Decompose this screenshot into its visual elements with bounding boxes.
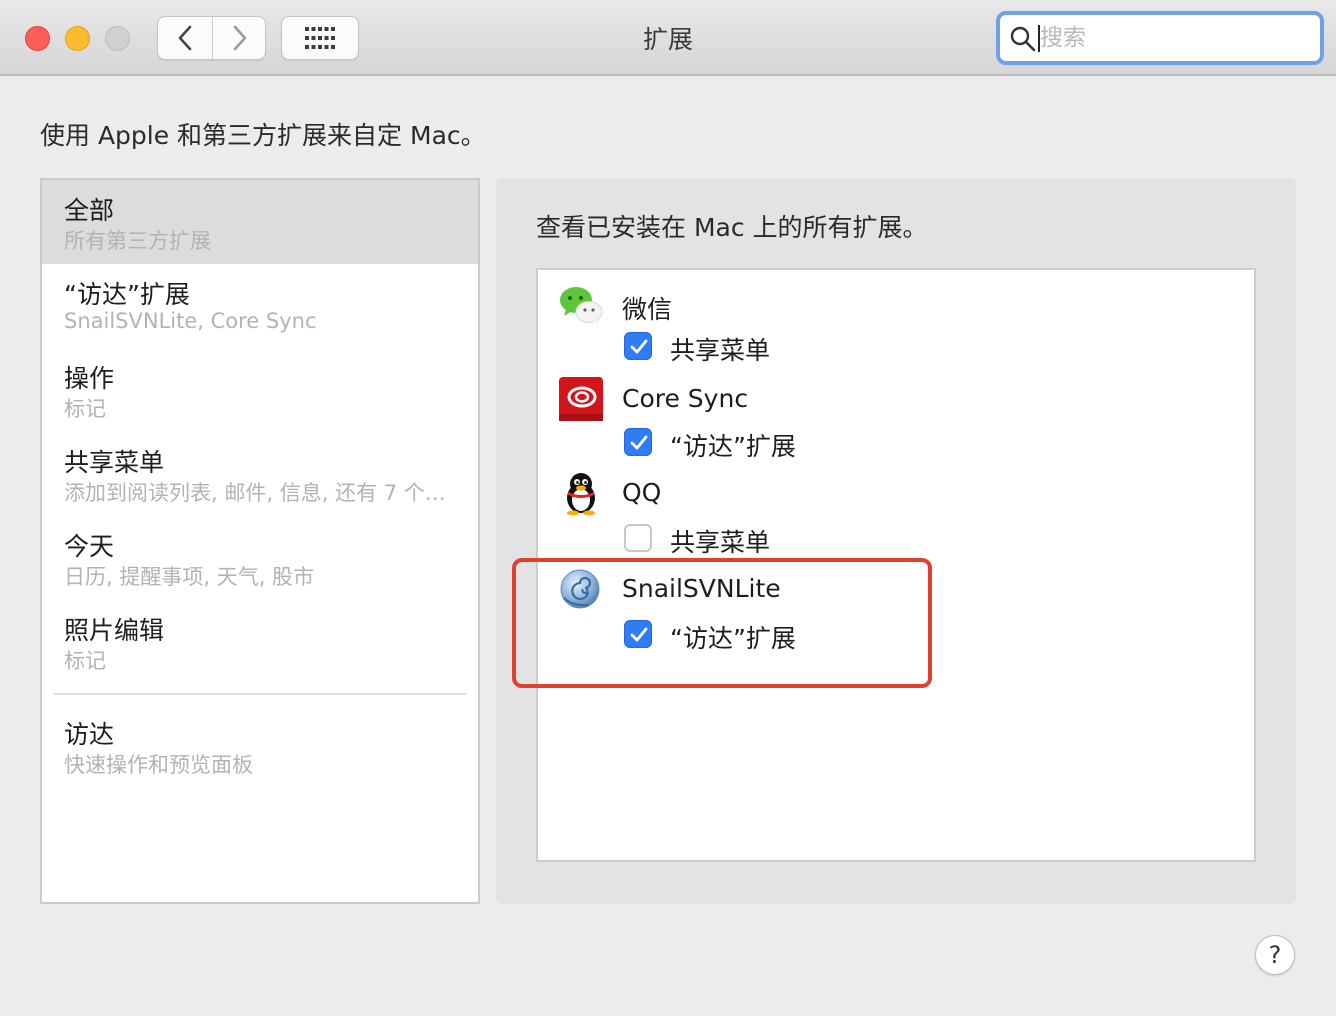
extension-label: 共享菜单 <box>670 336 771 365</box>
extensions-panel: 查看已安装在 Mac 上的所有扩展。 微信 共享菜单 Core Sync “访达… <box>496 178 1296 904</box>
sidebar-item-subtitle: 标记 <box>64 397 106 421</box>
extension-checkbox[interactable] <box>624 428 652 456</box>
extension-checkbox[interactable] <box>624 332 652 360</box>
sidebar-item-subtitle: 日历, 提醒事项, 天气, 股市 <box>64 565 315 589</box>
extension-checkbox[interactable] <box>624 524 652 552</box>
sidebar-item-title: “访达”扩展 <box>64 280 190 309</box>
adobe-creative-cloud-icon <box>559 377 603 421</box>
intro-text: 使用 Apple 和第三方扩展来自定 Mac。 <box>40 121 486 150</box>
search-input[interactable] <box>1040 23 1310 53</box>
sidebar-item-title: 共享菜单 <box>64 448 165 477</box>
sidebar-divider <box>54 693 466 695</box>
category-sidebar: 全部 所有第三方扩展 “访达”扩展 SnailSVNLite, Core Syn… <box>40 178 480 904</box>
sidebar-item-finder-extensions[interactable]: “访达”扩展 SnailSVNLite, Core Sync <box>42 264 478 348</box>
minimize-window-button[interactable] <box>65 26 90 51</box>
zoom-window-button[interactable] <box>105 26 130 51</box>
search-icon <box>1010 26 1036 52</box>
sidebar-item-title: 访达 <box>64 720 115 749</box>
extension-label: “访达”扩展 <box>670 432 796 461</box>
nav-button-group <box>157 16 266 60</box>
title-bar: 扩展 <box>0 0 1336 76</box>
back-button[interactable] <box>158 17 212 59</box>
sidebar-item-photos-editing[interactable]: 照片编辑 标记 <box>42 600 478 684</box>
close-window-button[interactable] <box>25 26 50 51</box>
highlight-box <box>512 558 932 688</box>
sidebar-item-subtitle: SnailSVNLite, Core Sync <box>64 309 317 333</box>
sidebar-item-title: 今天 <box>64 532 115 561</box>
grid-icon <box>305 27 335 49</box>
sidebar-item-subtitle: 所有第三方扩展 <box>64 229 211 253</box>
window-title: 扩展 <box>642 25 693 54</box>
help-button[interactable]: ? <box>1255 935 1295 975</box>
show-all-button[interactable] <box>281 16 359 60</box>
sidebar-item-title: 操作 <box>64 364 115 393</box>
forward-button[interactable] <box>213 17 267 59</box>
app-name: Core Sync <box>622 384 749 413</box>
sidebar-item-subtitle: 添加到阅读列表, 邮件, 信息, 还有 7 个… <box>64 481 446 505</box>
sidebar-item-title: 照片编辑 <box>64 616 165 645</box>
app-name: 微信 <box>622 295 673 324</box>
sidebar-item-subtitle: 标记 <box>64 649 106 673</box>
sidebar-item-all[interactable]: 全部 所有第三方扩展 <box>42 180 478 264</box>
qq-penguin-icon <box>567 473 595 516</box>
sidebar-item-share-menu[interactable]: 共享菜单 添加到阅读列表, 邮件, 信息, 还有 7 个… <box>42 432 478 516</box>
extension-label: 共享菜单 <box>670 528 771 557</box>
sidebar-item-subtitle: 快速操作和预览面板 <box>64 753 253 777</box>
sidebar-item-title: 全部 <box>64 196 115 225</box>
sidebar-item-finder[interactable]: 访达 快速操作和预览面板 <box>42 704 478 788</box>
wechat-icon <box>560 287 603 325</box>
sidebar-item-actions[interactable]: 操作 标记 <box>42 348 478 432</box>
panel-heading: 查看已安装在 Mac 上的所有扩展。 <box>536 213 928 242</box>
checkmark-icon <box>630 339 648 354</box>
app-name: QQ <box>622 478 662 507</box>
search-field[interactable] <box>996 11 1324 65</box>
sidebar-item-today[interactable]: 今天 日历, 提醒事项, 天气, 股市 <box>42 516 478 600</box>
chevron-left-icon <box>178 25 192 51</box>
checkmark-icon <box>630 435 648 450</box>
chevron-right-icon <box>233 25 247 51</box>
